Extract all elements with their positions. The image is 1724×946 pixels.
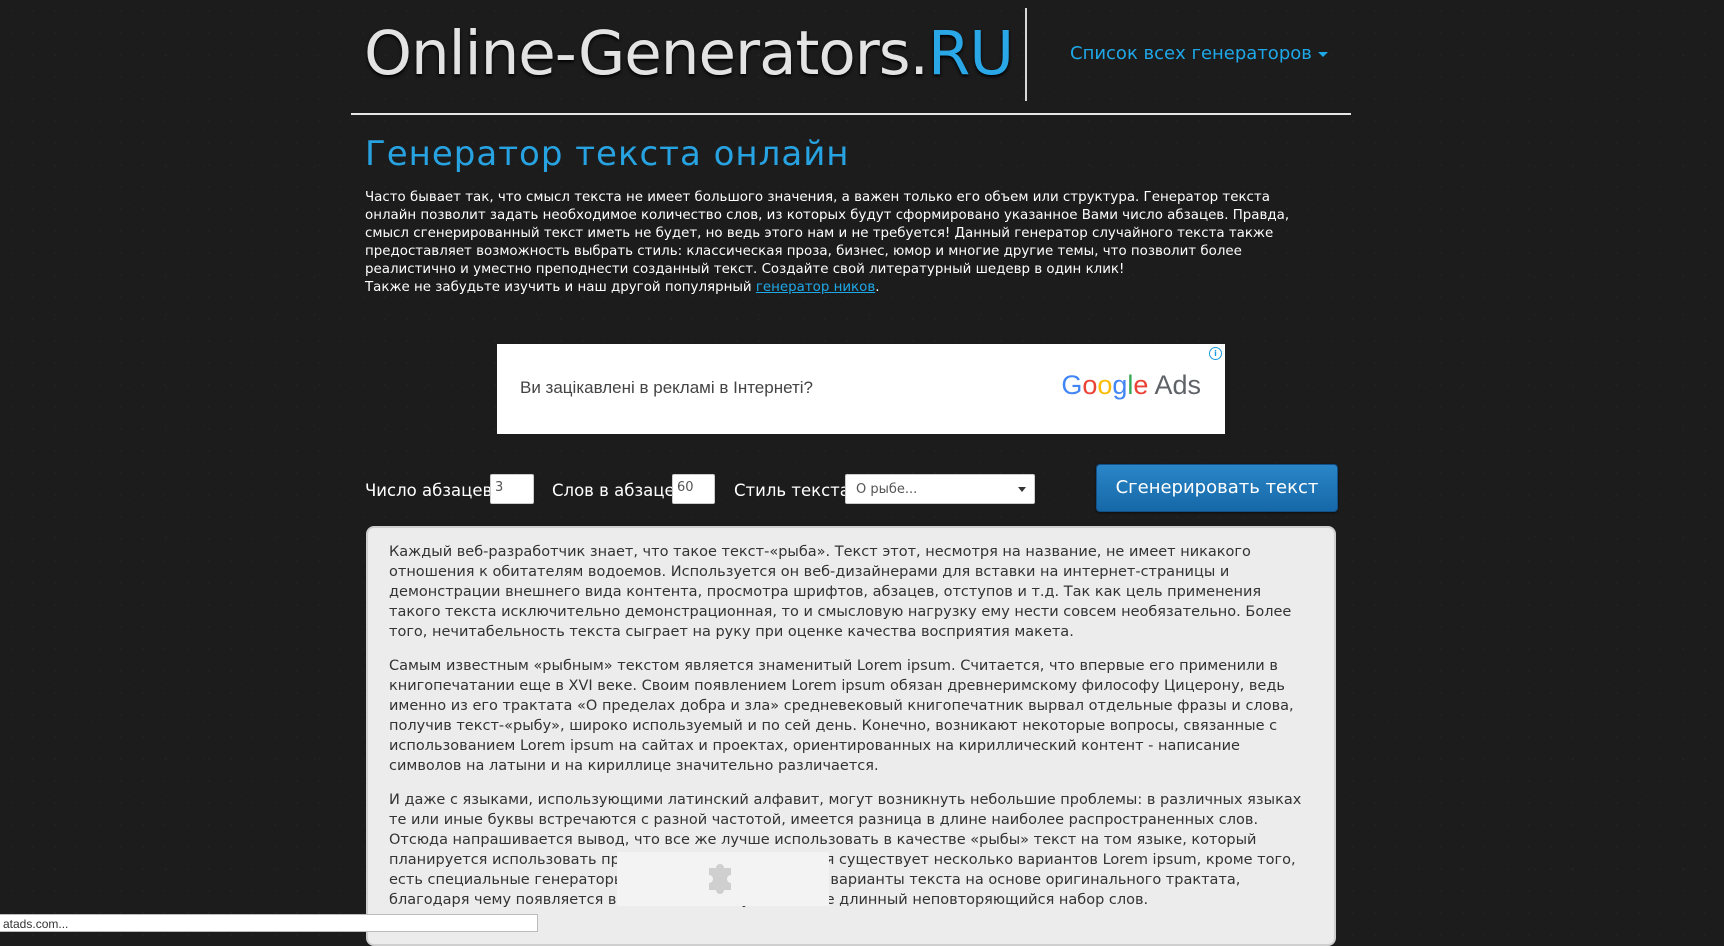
site-header: Online-Generators.RU Список всех генерат… — [351, 0, 1351, 115]
ad-info-icon[interactable]: i — [1209, 347, 1222, 360]
words-input[interactable]: 60 — [672, 474, 715, 504]
browser-status-bar: atads.com... — [0, 914, 538, 932]
generate-text-button[interactable]: Сгенерировать текст — [1096, 464, 1338, 512]
intro-line2-suffix: . — [875, 280, 880, 295]
intro-line2-prefix: Также не забудьте изучить и наш другой п… — [365, 280, 756, 295]
all-generators-dropdown[interactable]: Список всех генераторов — [1070, 43, 1328, 64]
paragraphs-input[interactable]: 3 — [490, 474, 534, 504]
style-label: Стиль текста: — [734, 481, 856, 500]
site-logo[interactable]: Online-Generators.RU — [364, 14, 1014, 94]
header-divider — [1025, 8, 1027, 101]
all-generators-label: Список всех генераторов — [1070, 43, 1312, 64]
generated-text-box[interactable]: Каждый веб-разработчик знает, что такое … — [366, 526, 1336, 946]
intro-text: Часто бывает так, что смысл текста не им… — [365, 189, 1315, 297]
nick-generator-link[interactable]: генератор ников — [756, 280, 875, 295]
style-select-value: О рыбе... — [856, 482, 918, 497]
ad-text: Ви зацікавлені в рекламі в Інтернеті? — [520, 378, 814, 397]
logo-tld-text: RU — [927, 18, 1014, 89]
select-arrow-icon — [1018, 487, 1026, 492]
google-logo-word: Google — [1061, 370, 1149, 400]
google-ads-logo: Google Ads — [1061, 370, 1201, 401]
blocked-plugin-overlay — [617, 852, 829, 906]
puzzle-piece-icon — [709, 864, 731, 894]
logo-main-text: Online-Generators. — [364, 18, 929, 89]
generated-paragraph: Каждый веб-разработчик знает, что такое … — [389, 544, 1292, 640]
caret-down-icon — [1317, 51, 1328, 57]
ads-logo-word: Ads — [1154, 370, 1201, 400]
paragraphs-label: Число абзацев: — [365, 481, 498, 500]
style-select[interactable]: О рыбе... — [845, 474, 1035, 504]
intro-paragraph: Часто бывает так, что смысл текста не им… — [365, 190, 1290, 277]
ad-banner[interactable]: i Ви зацікавлені в рекламі в Інтернеті? … — [497, 344, 1225, 434]
generated-paragraph: И даже с языками, использующими латински… — [389, 792, 1302, 908]
words-label: Слов в абзаце: — [552, 481, 681, 500]
generated-paragraph: Самым известным «рыбным» текстом являетс… — [389, 658, 1294, 774]
page-title: Генератор текста онлайн — [365, 134, 850, 174]
generator-controls: Число абзацев: 3 Слов в абзаце: 60 Стиль… — [0, 474, 1724, 504]
